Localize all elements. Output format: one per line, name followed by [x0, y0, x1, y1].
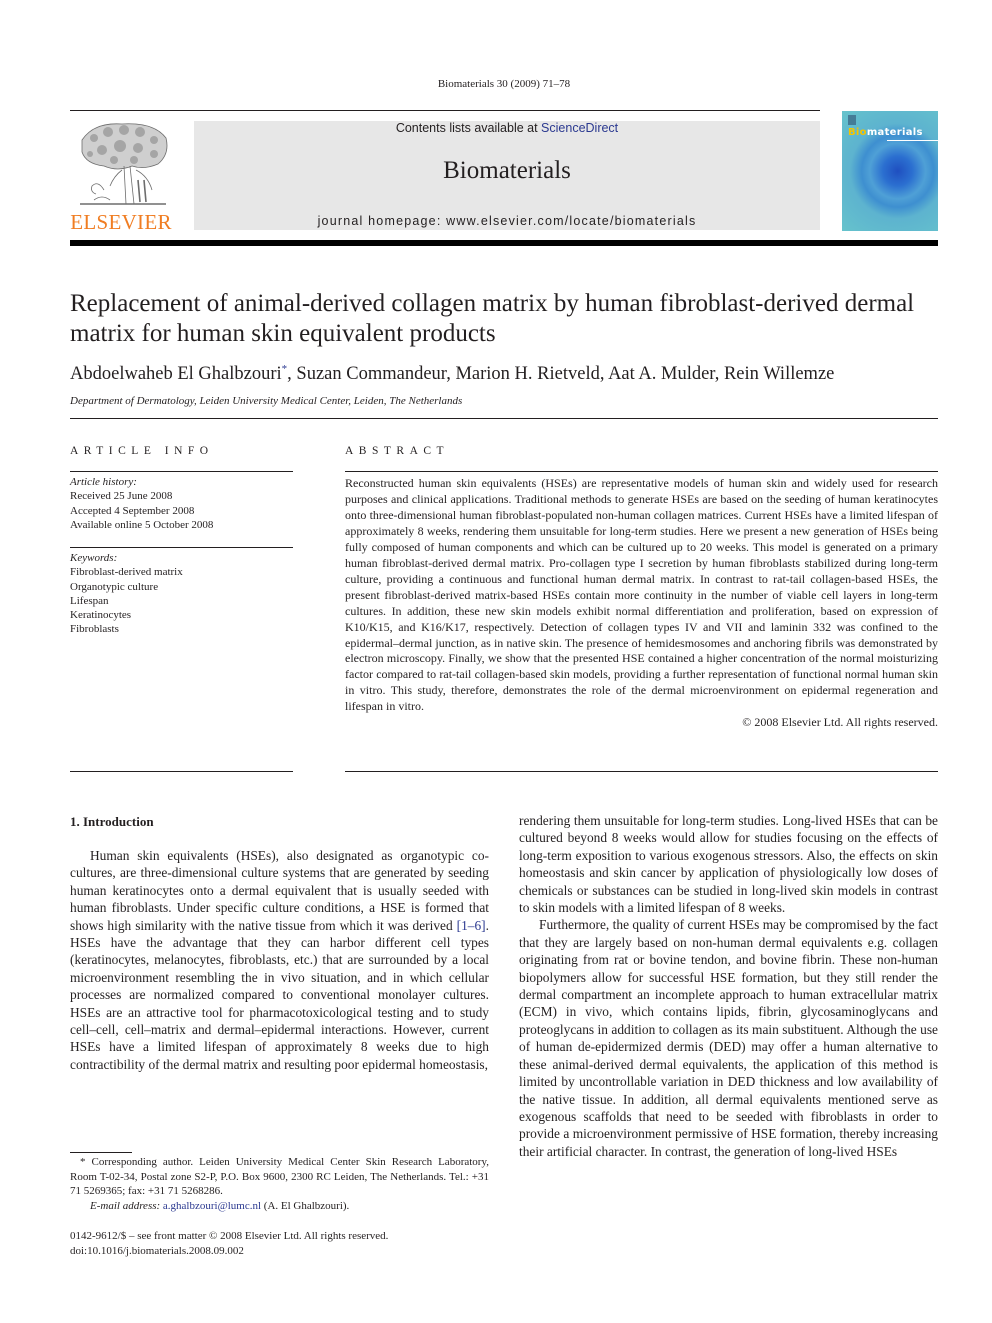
body-column-left: Human skin equivalents (HSEs), also desi…	[70, 847, 489, 1073]
email-link[interactable]: a.ghalbzouri@lumc.nl	[163, 1200, 261, 1212]
article-info-rule	[70, 471, 293, 472]
journal-title: Biomaterials	[443, 157, 571, 184]
journal-citation: Biomaterials 30 (2009) 71–78	[437, 78, 571, 90]
doi-link[interactable]: doi:10.1016/j.biomaterials.2008.09.002	[70, 1244, 388, 1259]
elsevier-tree-icon	[80, 123, 168, 205]
contents-prefix: Contents lists available at	[395, 121, 542, 135]
journal-header-band: Contents lists available at ScienceDirec…	[194, 121, 820, 230]
corresponding-author-footnote: * Corresponding author. Leiden Universit…	[70, 1155, 489, 1213]
body-column-right: rendering them unsuitable for long-term …	[519, 812, 938, 1160]
history-accepted: Accepted 4 September 2008	[70, 504, 195, 517]
keyword-item: Organotypic culture	[70, 580, 159, 593]
keywords: Keywords: Fibroblast-derived matrix Orga…	[70, 551, 183, 637]
introduction-heading: 1. Introduction	[70, 814, 154, 829]
publisher-logo[interactable]: ELSEVIER	[70, 118, 172, 234]
keywords-rule	[70, 547, 293, 548]
abstract-body: Reconstructed human skin equivalents (HS…	[345, 476, 938, 731]
article-history: Article history: Received 25 June 2008 A…	[70, 475, 213, 532]
sciencedirect-link[interactable]: ScienceDirect	[541, 121, 618, 135]
author-list: Abdoelwaheb El Ghalbzouri*, Suzan Comman…	[70, 363, 950, 385]
abstract-heading: ABSTRACT	[345, 445, 450, 457]
header-thick-rule	[70, 240, 938, 246]
contents-line: Contents lists available at ScienceDirec…	[194, 121, 820, 135]
keyword-item: Fibroblasts	[70, 623, 119, 636]
abstract-copyright: © 2008 Elsevier Ltd. All rights reserved…	[742, 715, 938, 730]
history-label: Article history:	[70, 476, 137, 488]
reference-link[interactable]: [1–6]	[457, 918, 486, 933]
cover-publisher-badge-icon	[848, 115, 856, 125]
footnote-email: E-mail address: a.ghalbzouri@lumc.nl (A.…	[90, 1199, 350, 1212]
front-matter: 0142-9612/$ – see front matter © 2008 El…	[70, 1229, 388, 1258]
journal-cover-image[interactable]: Biomaterials	[842, 111, 938, 231]
intro-paragraph-2: Furthermore, the quality of current HSEs…	[519, 917, 938, 1159]
keyword-item: Keratinocytes	[70, 609, 132, 622]
footnote-text: * Corresponding author. Leiden Universit…	[70, 1156, 489, 1198]
issn-line: 0142-9612/$ – see front matter © 2008 El…	[70, 1230, 389, 1242]
history-received: Received 25 June 2008	[70, 490, 173, 503]
intro-paragraph-1-continued: rendering them unsuitable for long-term …	[519, 813, 938, 916]
history-online: Available online 5 October 2008	[70, 518, 214, 531]
title-divider	[70, 418, 938, 419]
abstract-bottom-rule	[345, 771, 938, 772]
cover-title: Biomaterials	[848, 127, 923, 138]
header-top-rule	[70, 110, 820, 111]
article-info-heading: ARTICLE INFO	[70, 445, 214, 457]
affiliation: Department of Dermatology, Leiden Univer…	[70, 395, 463, 407]
abstract-rule	[345, 471, 938, 472]
article-info-bottom-rule	[70, 771, 293, 772]
article-title: Replacement of animal-derived collagen m…	[70, 290, 915, 347]
author-others: , Suzan Commandeur, Marion H. Rietveld, …	[287, 364, 835, 385]
abstract-text: Reconstructed human skin equivalents (HS…	[345, 476, 938, 714]
keyword-item: Fibroblast-derived matrix	[70, 566, 183, 579]
elsevier-wordmark: ELSEVIER	[70, 210, 172, 234]
keyword-item: Lifespan	[70, 594, 109, 607]
cover-rule	[887, 140, 938, 141]
intro-paragraph-1: Human skin equivalents (HSEs), also desi…	[70, 848, 489, 1072]
journal-homepage-link[interactable]: journal homepage: www.elsevier.com/locat…	[194, 214, 820, 228]
keywords-label: Keywords:	[70, 552, 118, 564]
author-corresponding[interactable]: Abdoelwaheb El Ghalbzouri	[70, 364, 282, 384]
footnote-rule	[70, 1152, 132, 1153]
